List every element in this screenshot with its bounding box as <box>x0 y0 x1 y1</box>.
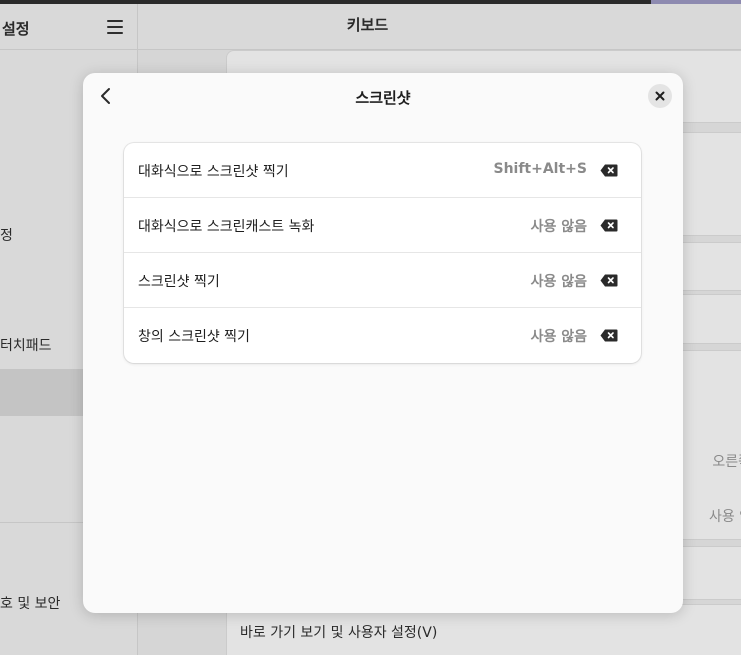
alternate-char-key-value: 오른쪽 A <box>712 454 741 470</box>
backspace-clear-icon[interactable] <box>600 164 618 177</box>
shortcut-label: 스크린샷 찍기 <box>138 274 220 290</box>
shortcut-accelerator: 사용 않음 <box>530 329 587 345</box>
shortcut-label: 창의 스크린샷 찍기 <box>138 329 250 345</box>
close-icon <box>655 91 665 101</box>
shortcut-row[interactable]: 대화식으로 스크린캐스트 녹화 사용 않음 <box>124 198 641 253</box>
shortcut-accelerator: Shift+Alt+S <box>493 161 587 177</box>
sidebar-item-partial-1[interactable]: 정 <box>0 225 13 245</box>
shortcut-accelerator: 사용 않음 <box>530 274 587 290</box>
shortcut-accelerator: 사용 않음 <box>530 219 587 235</box>
main-title: 키보드 <box>346 16 389 34</box>
screenshot-shortcuts-dialog: 스크린샷 대화식으로 스크린샷 찍기 Shift+Alt+S 대화식으로 스크린… <box>83 73 683 613</box>
shortcut-label: 대화식으로 스크린샷 찍기 <box>138 164 289 180</box>
backspace-clear-icon[interactable] <box>600 329 618 342</box>
compose-key-value: 사용 않음 <box>709 509 741 525</box>
dialog-title: 스크린샷 <box>355 89 411 107</box>
shortcut-row[interactable]: 스크린샷 찍기 사용 않음 <box>124 253 641 308</box>
shortcut-row[interactable]: 창의 스크린샷 찍기 사용 않음 <box>124 308 641 363</box>
sidebar-item-privacy[interactable]: 호 및 보안 <box>0 593 60 613</box>
backspace-clear-icon[interactable] <box>600 219 618 232</box>
shortcut-list: 대화식으로 스크린샷 찍기 Shift+Alt+S 대화식으로 스크린캐스트 녹… <box>124 143 641 363</box>
shortcut-label: 대화식으로 스크린캐스트 녹화 <box>138 219 315 235</box>
view-customize-shortcuts-label[interactable]: 바로 가기 보기 및 사용자 설정(V) <box>240 622 437 642</box>
close-button[interactable] <box>648 84 672 108</box>
shortcut-row[interactable]: 대화식으로 스크린샷 찍기 Shift+Alt+S <box>124 143 641 198</box>
sidebar-item-touchpad[interactable]: 터치패드 <box>0 335 52 355</box>
backspace-clear-icon[interactable] <box>600 274 618 287</box>
